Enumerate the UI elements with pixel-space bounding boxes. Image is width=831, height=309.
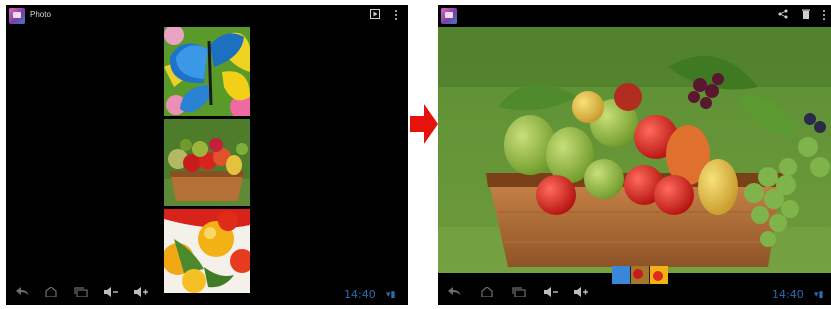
recent-apps-icon[interactable]	[74, 287, 88, 301]
status-clock: 14:40	[772, 288, 804, 301]
gallery-app-icon[interactable]	[441, 8, 457, 24]
delete-icon[interactable]	[802, 9, 810, 23]
overflow-menu-icon[interactable]	[394, 9, 398, 25]
home-icon[interactable]	[480, 286, 494, 301]
butterfly-photo[interactable]	[164, 27, 250, 116]
share-icon[interactable]	[778, 9, 788, 23]
volume-down-icon[interactable]	[104, 287, 118, 301]
action-bar: Photo	[6, 5, 408, 27]
wifi-battery-icon: ▾▮	[814, 289, 824, 299]
app-title: Photo	[30, 10, 51, 19]
slideshow-icon[interactable]	[370, 9, 380, 23]
back-icon[interactable]	[448, 287, 462, 301]
recent-apps-icon[interactable]	[512, 287, 526, 301]
action-bar	[438, 5, 831, 27]
volume-up-icon[interactable]	[134, 287, 148, 301]
thumbnail-strip[interactable]	[612, 266, 668, 284]
fruit-basket-photo[interactable]	[438, 27, 831, 273]
overflow-menu-icon[interactable]	[822, 9, 826, 25]
gallery-photo-view-screen: 14:40 ▾▮	[438, 5, 831, 305]
filmstrip[interactable]	[164, 27, 250, 293]
home-icon[interactable]	[44, 286, 58, 301]
gallery-app-icon[interactable]	[9, 8, 25, 24]
system-navigation-bar: 14:40 ▾▮	[438, 283, 831, 305]
wifi-battery-icon: ▾▮	[386, 289, 396, 299]
tomatoes-photo[interactable]	[164, 209, 250, 293]
status-clock: 14:40	[344, 288, 376, 301]
volume-up-icon[interactable]	[574, 287, 588, 301]
back-icon[interactable]	[16, 287, 30, 301]
volume-down-icon[interactable]	[544, 287, 558, 301]
fruit-basket-photo[interactable]	[164, 119, 250, 206]
system-navigation-bar: 14:40 ▾▮	[6, 283, 408, 305]
gallery-filmstrip-screen: Photo 14:40 ▾▮	[6, 5, 408, 305]
red-arrow-icon	[410, 104, 438, 144]
